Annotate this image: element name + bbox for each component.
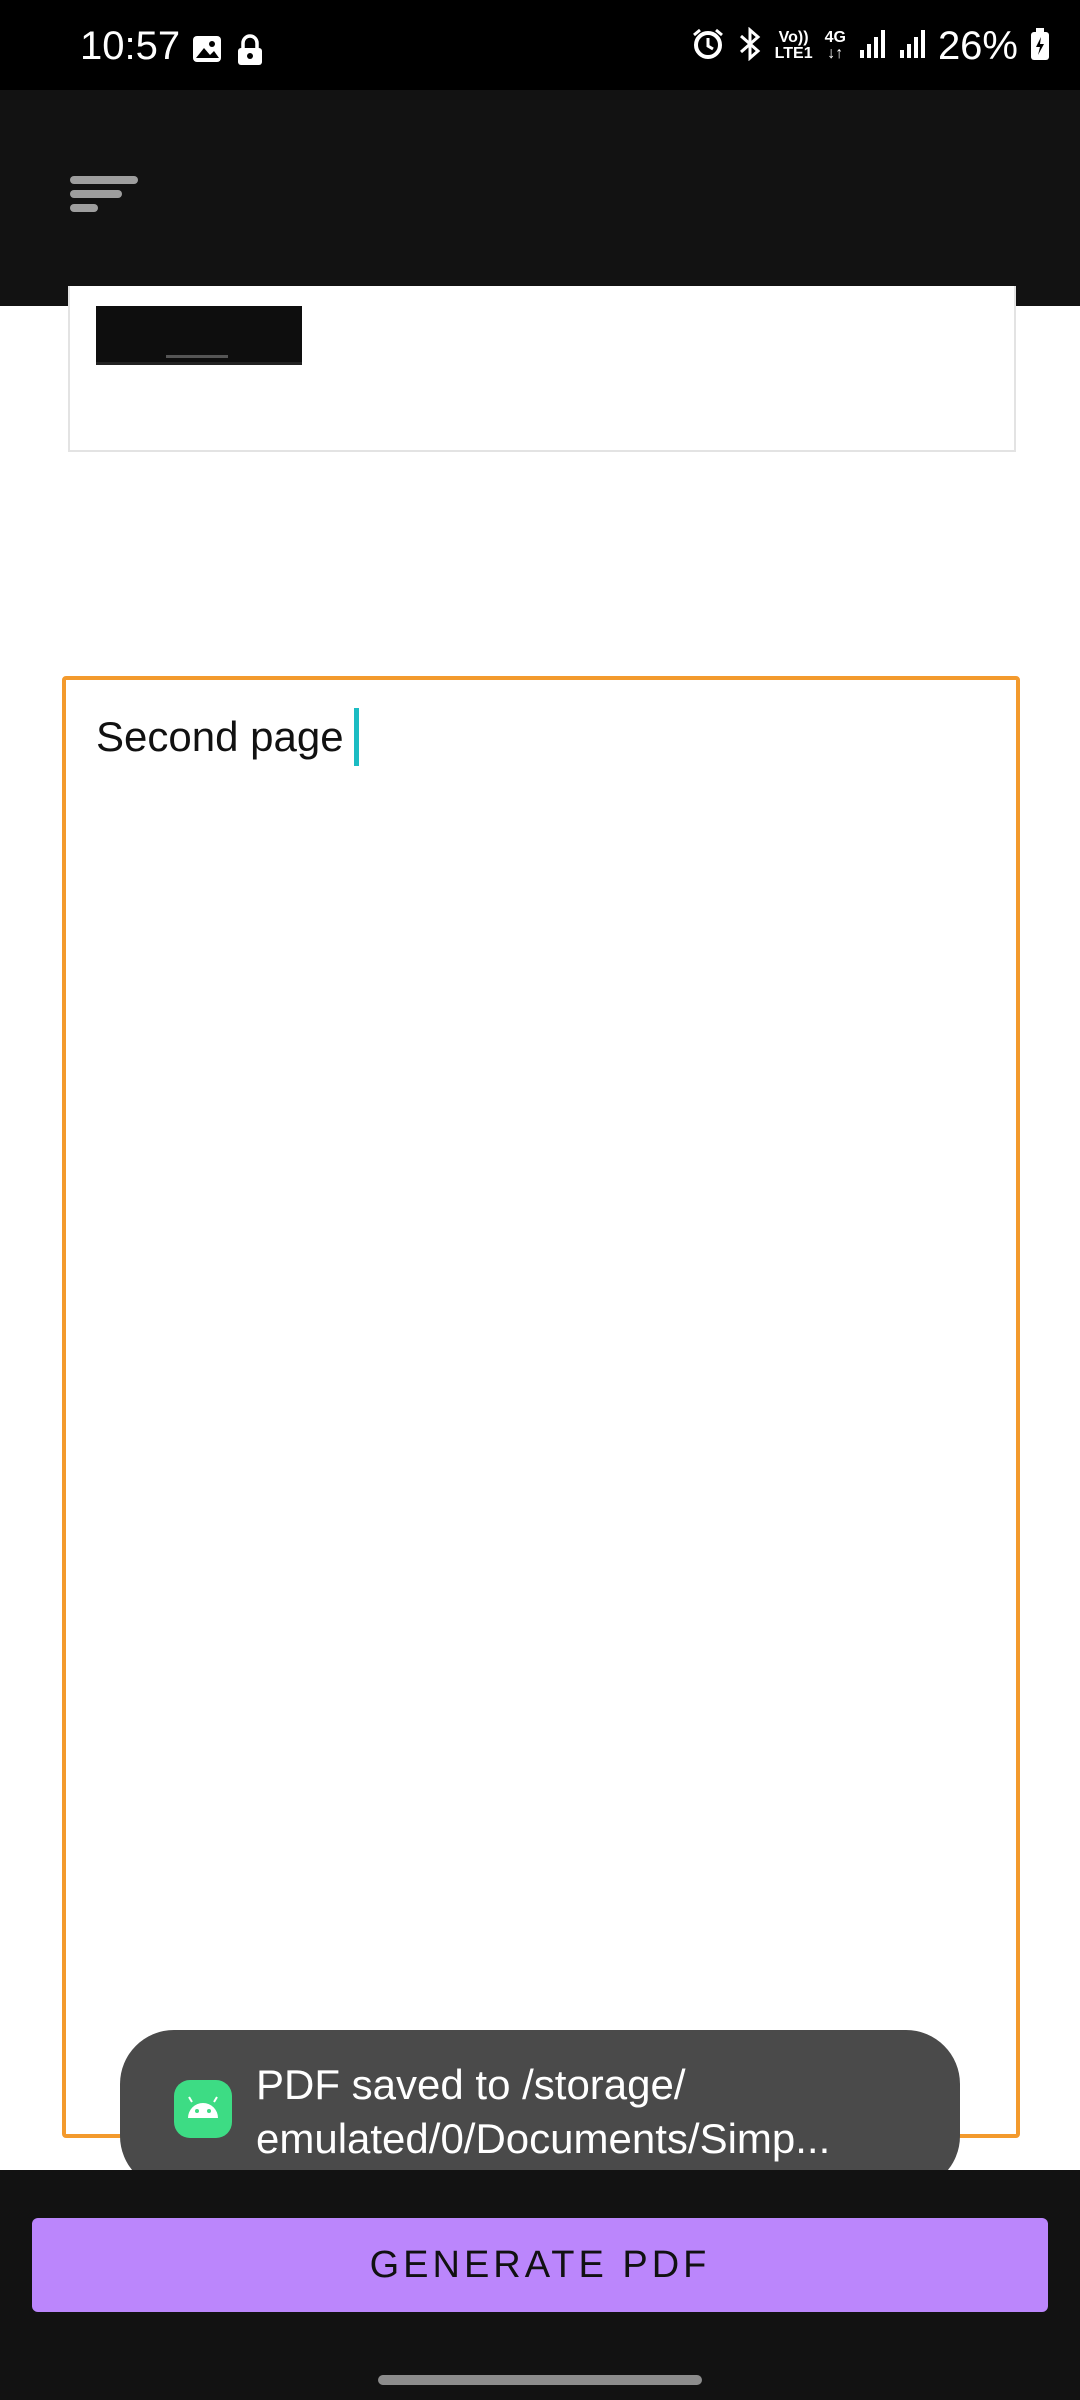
toast-line-2: emulated/0/Documents/Simp... [256, 2115, 831, 2162]
toast-message: PDF saved to /storage/ emulated/0/Docume… [256, 2058, 916, 2166]
status-right-icons: Vo)) LTE1 4G ↓↑ 26% [691, 24, 1050, 68]
image-icon [192, 34, 222, 71]
page-text-editor[interactable]: Second page [96, 708, 359, 766]
battery-percent: 26% [937, 24, 1018, 68]
volte-icon: Vo)) LTE1 [774, 29, 813, 62]
alarm-icon [691, 27, 725, 66]
document-pages[interactable]: Second page [0, 286, 1080, 2170]
text-cursor [353, 708, 359, 766]
status-left-icons [192, 34, 264, 71]
app-bar [0, 90, 1080, 306]
page-card-1[interactable] [68, 286, 1016, 452]
menu-button[interactable] [64, 170, 144, 230]
status-time: 10:57 [80, 24, 181, 68]
status-bar: 10:57 Vo)) LTE1 4G ↓↑ 26% [0, 0, 1080, 90]
bluetooth-icon [737, 26, 763, 66]
battery-charging-icon [1030, 27, 1050, 66]
page-text: Second page [96, 713, 344, 760]
gesture-nav-handle[interactable] [378, 2375, 702, 2385]
menu-icon [64, 176, 144, 234]
signal-icon [858, 28, 886, 65]
android-icon [174, 2080, 232, 2138]
image-handle [166, 355, 228, 358]
toast-notification: PDF saved to /storage/ emulated/0/Docume… [120, 2030, 960, 2190]
4g-data-icon: 4G ↓↑ [824, 29, 846, 62]
page-image-thumbnail[interactable] [96, 306, 302, 365]
page-card-2[interactable]: Second page [62, 676, 1020, 2138]
toast-line-1: PDF saved to /storage/ [256, 2061, 686, 2108]
generate-pdf-button[interactable]: GENERATE PDF [32, 2218, 1048, 2312]
lock-icon [236, 34, 264, 71]
bottom-bar: GENERATE PDF [0, 2170, 1080, 2400]
signal-icon-2 [898, 28, 926, 65]
